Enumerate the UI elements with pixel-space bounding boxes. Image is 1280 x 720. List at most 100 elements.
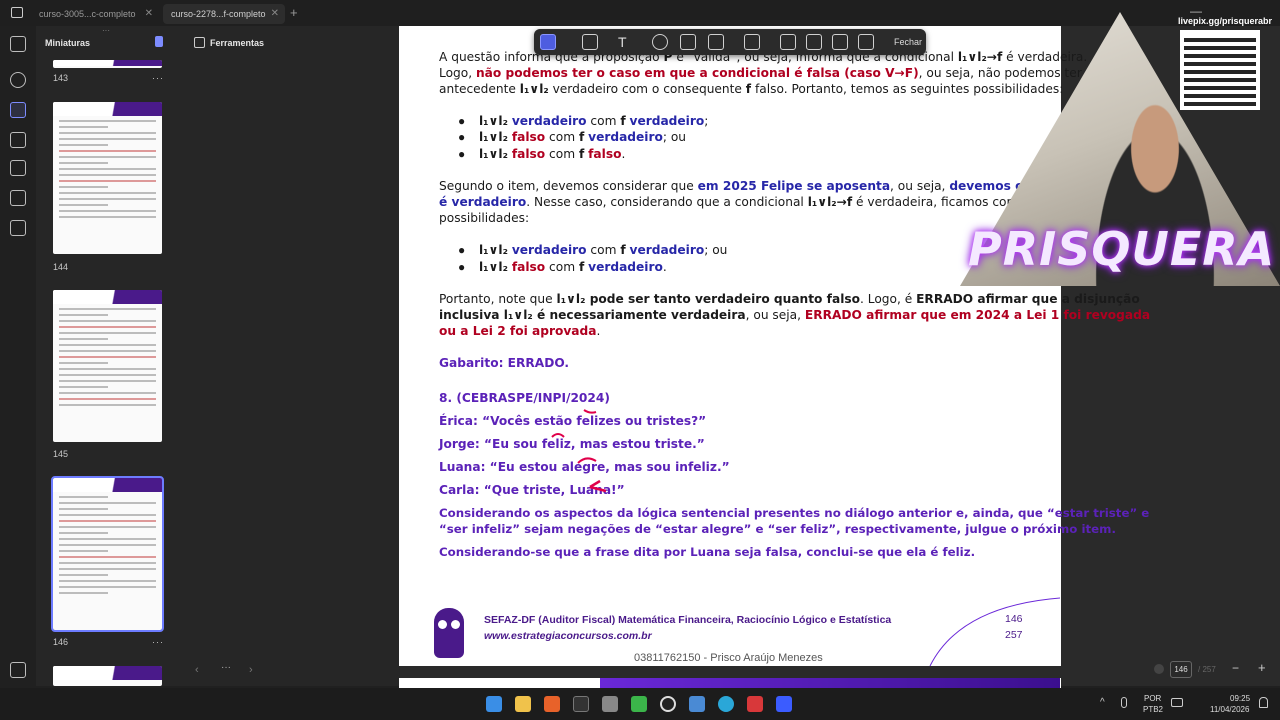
input-language[interactable]: POR [1144,694,1161,703]
tray-up-icon[interactable]: ^ [1100,697,1105,708]
text: falso [511,260,546,274]
clock-date[interactable]: 11/04/2026 [1210,705,1249,714]
page-number: 145 [53,449,69,459]
network-icon[interactable] [1171,698,1183,707]
owl-logo [434,608,464,658]
page-thumbnail[interactable] [53,290,162,442]
para-3-line-1: Portanto, note que l₁∨l₂ pode ser tanto … [439,291,1140,308]
home-icon[interactable] [11,7,23,18]
para-1-line-2: Logo, não podemos ter o caso em que a co… [439,65,1093,82]
keyboard-layout[interactable]: PTB2 [1143,705,1163,714]
text: verdadeiro [588,260,663,274]
whatsapp-icon[interactable] [631,696,647,712]
page-navigator: 146 / 257 − + [1150,660,1280,680]
editor-icon[interactable] [776,696,792,712]
select-icon[interactable] [540,34,556,50]
zoom-in-icon[interactable]: + [1258,660,1266,675]
text: falso [588,147,622,161]
comment-icon[interactable] [652,34,668,50]
livepix-url: livepix.gg/prisquerabr [1178,16,1273,26]
search-icon[interactable] [10,72,26,88]
page-input[interactable]: 146 [1170,661,1192,678]
brave-icon[interactable] [544,696,560,712]
layers-icon[interactable] [10,190,26,206]
text: em 2025 Felipe se aposenta [697,179,891,193]
formula: l₁∨l₂ [479,147,508,161]
obs-icon[interactable] [660,696,676,712]
text: . Nesse caso, considerando que a condici… [526,195,808,209]
close-icon[interactable]: ✕ [271,8,279,19]
pin-icon[interactable] [155,36,163,47]
footer-url[interactable]: www.estrategiaconcursos.com.br [484,628,652,645]
text: com [545,147,579,161]
scroll-left-icon[interactable]: ‹ [195,664,199,676]
zoom-out-icon[interactable]: − [1232,661,1239,675]
frame-icon[interactable] [582,34,598,50]
more-icon[interactable]: ··· [152,73,164,83]
footer-arc [929,597,1060,666]
tab-label: curso-3005...c-completo [39,9,136,19]
more-icon[interactable]: ··· [221,662,231,673]
annotation-stroke [589,479,607,493]
edge-icon[interactable] [718,696,734,712]
comments-icon[interactable] [10,160,26,176]
left-rail [0,26,36,720]
formula: l₁∨l₂ [556,292,586,306]
page-thumbnail[interactable] [53,60,162,68]
thumbnails-icon[interactable] [10,102,26,118]
text: é verdadeira. [1002,50,1088,64]
tab-curso-3005[interactable]: curso-3005...c-completo ✕ [31,4,159,24]
sign-icon[interactable] [858,34,874,50]
formula: l₁∨l₂ [503,308,533,322]
close-icon[interactable]: ✕ [145,8,153,19]
bookmark-icon[interactable] [10,132,26,148]
mic-icon[interactable] [1121,697,1127,708]
text-icon[interactable]: T [618,34,634,50]
close-toolbar-button[interactable]: Fechar [894,37,922,47]
apps-icon[interactable] [10,36,26,52]
text: ; [704,114,709,128]
collapse-panel-icon[interactable] [10,662,26,678]
text: f [578,130,585,144]
tab-curso-2278[interactable]: curso-2278...f-completo ✕ [163,4,285,24]
text: inclusiva [439,308,504,322]
vpn-icon[interactable] [689,696,705,712]
new-tab-icon[interactable]: + [290,5,298,20]
bullet: ● [458,260,466,274]
grip-icon[interactable]: ··· [102,26,110,35]
owl-eye [451,620,460,629]
clock-time[interactable]: 09:25 [1230,694,1250,703]
para-2-line-3: possibilidades: [439,210,529,227]
qr-code [1180,30,1260,110]
pdf-reader-icon[interactable] [747,696,763,712]
text: verdadeiro com o consequente [548,82,746,96]
shape-icon[interactable] [708,34,724,50]
highlight-icon[interactable] [744,34,760,50]
text: antecedente [439,82,520,96]
text: ERRADO afirmar que em 2024 a Lei 1 foi r… [804,308,1151,322]
terminal-icon[interactable] [573,696,589,712]
app-icon[interactable] [602,696,618,712]
windows-start-icon[interactable] [486,696,502,712]
stamp-icon[interactable] [832,34,848,50]
bullet: ● [458,130,466,144]
file-explorer-icon[interactable] [515,696,531,712]
notification-icon[interactable] [1259,697,1268,708]
page-thumbnail[interactable] [53,666,162,686]
attach-icon[interactable] [780,34,796,50]
text: falso [511,130,546,144]
attachment-icon[interactable] [10,220,26,236]
page-thumbnail[interactable] [51,476,164,632]
bullet-item-4: l₁∨l₂ verdadeiro com f verdadeiro; ou [479,242,727,259]
tools-title: Ferramentas [210,38,265,48]
more-icon[interactable]: ··· [152,637,164,647]
tools-panel: Ferramentas ‹ ··· › [181,26,400,686]
text: ERRADO afirmar que a disjunção [916,292,1140,306]
pen-icon[interactable] [680,34,696,50]
page-header-band [600,678,1060,688]
prev-icon[interactable] [1154,664,1164,674]
page-thumbnail[interactable] [53,102,162,254]
owl-eye [438,620,447,629]
scroll-right-icon[interactable]: › [249,664,253,676]
sticker-icon[interactable] [806,34,822,50]
